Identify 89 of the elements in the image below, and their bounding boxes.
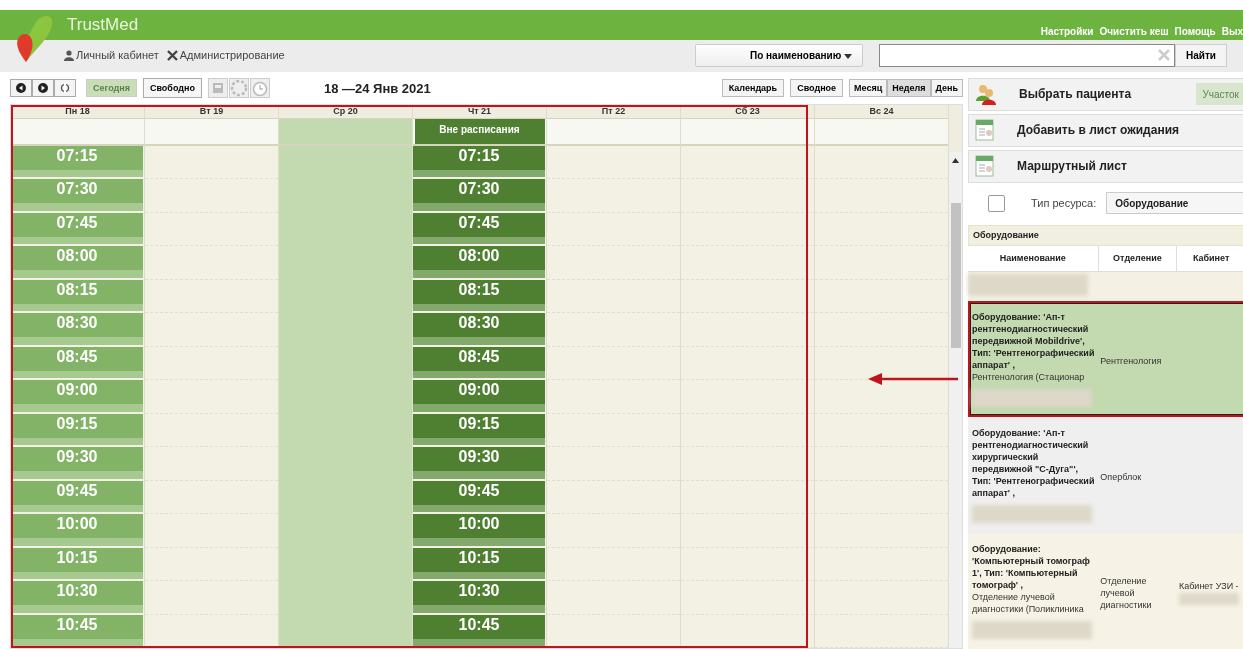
header-link[interactable]: Настройки <box>1040 25 1094 37</box>
time-slot[interactable]: 08:30 <box>11 313 143 345</box>
blurred-placeholder <box>1178 593 1239 605</box>
action-row[interactable]: Маршрутный лист <box>968 149 1243 183</box>
equipment-location: Рентгенология (Стационар <box>972 371 1086 383</box>
time-slot[interactable]: 08:15 <box>413 279 545 311</box>
department-text: Отделение лучевой диагностики <box>1100 575 1153 611</box>
period-tab[interactable]: Месяц <box>849 79 888 97</box>
column-header[interactable]: Наименование <box>968 245 1099 271</box>
printer-icon <box>210 81 225 95</box>
caret-icon <box>844 53 852 59</box>
person-icon <box>64 49 74 61</box>
time-slot[interactable]: 10:45 <box>413 614 545 646</box>
time-slot[interactable]: 10:00 <box>413 514 545 546</box>
search-field[interactable] <box>879 43 1175 67</box>
equipment-name: Оборудование: 'Компьютерный томограф 1', Тип: 'Компьютерный томограф' , <box>972 543 1091 591</box>
time-slot[interactable]: 07:45 <box>11 212 143 244</box>
time-slot[interactable]: 07:15 <box>413 145 545 177</box>
time-slot[interactable]: 10:45 <box>11 614 143 646</box>
document-list-icon <box>975 155 995 178</box>
time-slot[interactable]: 09:15 <box>11 413 143 445</box>
header-link[interactable]: Очистить кеш <box>1099 25 1169 37</box>
time-slot[interactable]: 07:15 <box>11 145 143 177</box>
header-link[interactable]: Вых <box>1221 25 1243 37</box>
time-slot[interactable]: 09:00 <box>11 380 143 412</box>
time-slot[interactable]: 08:00 <box>413 246 545 278</box>
time-slot[interactable]: 07:45 <box>413 212 545 244</box>
time-slot[interactable]: 08:45 <box>11 346 143 378</box>
column-header[interactable]: Кабинет <box>1177 245 1243 271</box>
cabinet-text: Кабинет УЗИ - <box>1178 581 1240 591</box>
scrollbar[interactable] <box>949 105 962 648</box>
resource-type-select[interactable]: Оборудование <box>1106 192 1243 215</box>
time-slot[interactable]: 10:00 <box>11 514 143 546</box>
date-range: 18 —24 Янв 2021 <box>323 80 431 96</box>
time-slot[interactable]: 08:45 <box>413 346 545 378</box>
view-button[interactable]: Сводное <box>790 79 844 97</box>
resource-row[interactable]: Оборудование: 'Ап-т рентгенодиагностический передвижной Mobildrive', Тип: 'Рентгенографический аппарат' , Рентгенология (Стационар Рентгенология <box>968 301 1243 417</box>
period-tab[interactable]: Неделя <box>887 79 931 97</box>
department-text: Оперблок <box>1100 471 1143 483</box>
time-slot[interactable]: 10:15 <box>413 547 545 579</box>
nav-link[interactable]: Личный кабинет <box>64 49 159 61</box>
time-slot[interactable]: 09:45 <box>413 480 545 512</box>
app-name: TrustMed <box>67 15 139 35</box>
time-slot[interactable]: 07:30 <box>11 179 143 211</box>
equipment-name: Оборудование: 'Ап-т рентгенодиагностический хирургический передвижной "С-Дуга"', Тип: 'Рентгенографический аппарат' , <box>972 427 1096 499</box>
column-header[interactable]: Отделение <box>1098 245 1178 271</box>
resource-type-label: Тип ресурса: <box>1031 197 1097 210</box>
scroll-up-icon[interactable] <box>952 158 959 163</box>
view-button[interactable]: Календарь <box>721 79 785 97</box>
time-slot[interactable]: 10:15 <box>11 547 143 579</box>
time-slot[interactable]: 09:00 <box>413 380 545 412</box>
sort-dropdown[interactable]: По наименованию <box>695 43 863 67</box>
right-arrow-icon <box>38 83 48 93</box>
department-text: Рентгенология <box>1100 355 1163 367</box>
equipment-name: Оборудование: 'Ап-т рентгенодиагностический передвижной Mobildrive', Тип: 'Рентгенографический аппарат' , <box>972 311 1096 371</box>
table-title: Оборудование <box>968 224 1243 246</box>
action-row[interactable]: Добавить в лист ожидания <box>968 113 1243 147</box>
nav-link[interactable]: Администрирование <box>166 49 285 61</box>
scrollbar-thumb[interactable] <box>950 203 961 348</box>
all-day-event[interactable]: Вне расписания <box>414 119 545 144</box>
time-slot[interactable]: 10:30 <box>11 581 143 613</box>
period-tab[interactable]: День <box>930 79 963 97</box>
document-list-icon <box>975 119 995 142</box>
day-header: Вс 24 <box>815 105 948 119</box>
find-button[interactable]: Найти <box>1175 43 1227 67</box>
checkbox[interactable] <box>988 194 1005 212</box>
resource-row[interactable]: Оборудование: 'Ап-т рентгенодиагностический хирургический передвижной "С-Дуга"', Тип: 'Рентгенографический аппарат' , Оперблок <box>968 417 1243 533</box>
time-slot[interactable]: 08:15 <box>11 279 143 311</box>
header-link[interactable]: Помощь <box>1174 25 1216 37</box>
equipment-location: Отделение лучевой диагностики (Поликлиника <box>972 591 1085 615</box>
people-icon <box>975 83 997 106</box>
time-slot[interactable]: 08:30 <box>413 313 545 345</box>
alarm-button[interactable] <box>249 78 270 98</box>
time-slot[interactable]: 10:30 <box>413 581 545 613</box>
time-slot[interactable]: 09:45 <box>11 480 143 512</box>
left-arrow-icon <box>16 83 26 93</box>
clear-icon[interactable] <box>1158 49 1170 61</box>
previous-button[interactable] <box>10 79 32 97</box>
time-slot[interactable]: 09:30 <box>11 447 143 479</box>
refresh-button[interactable] <box>54 79 76 97</box>
alarm-clock-icon <box>250 79 269 97</box>
time-slot[interactable]: 09:15 <box>413 413 545 445</box>
time-slot[interactable]: 08:00 <box>11 246 143 278</box>
print-button[interactable] <box>207 78 228 98</box>
resource-row[interactable]: Оборудование: 'Компьютерный томограф 1', Тип: 'Компьютерный томограф' , Отделение лучевой диагностики (Поликлиника Отделение лучевой диагностики Кабинет УЗИ - <box>968 533 1243 649</box>
time-slot[interactable]: 09:30 <box>413 447 545 479</box>
time-slot[interactable]: 07:30 <box>413 179 545 211</box>
free-button[interactable]: Свободно <box>142 78 202 98</box>
next-button[interactable] <box>32 79 54 97</box>
